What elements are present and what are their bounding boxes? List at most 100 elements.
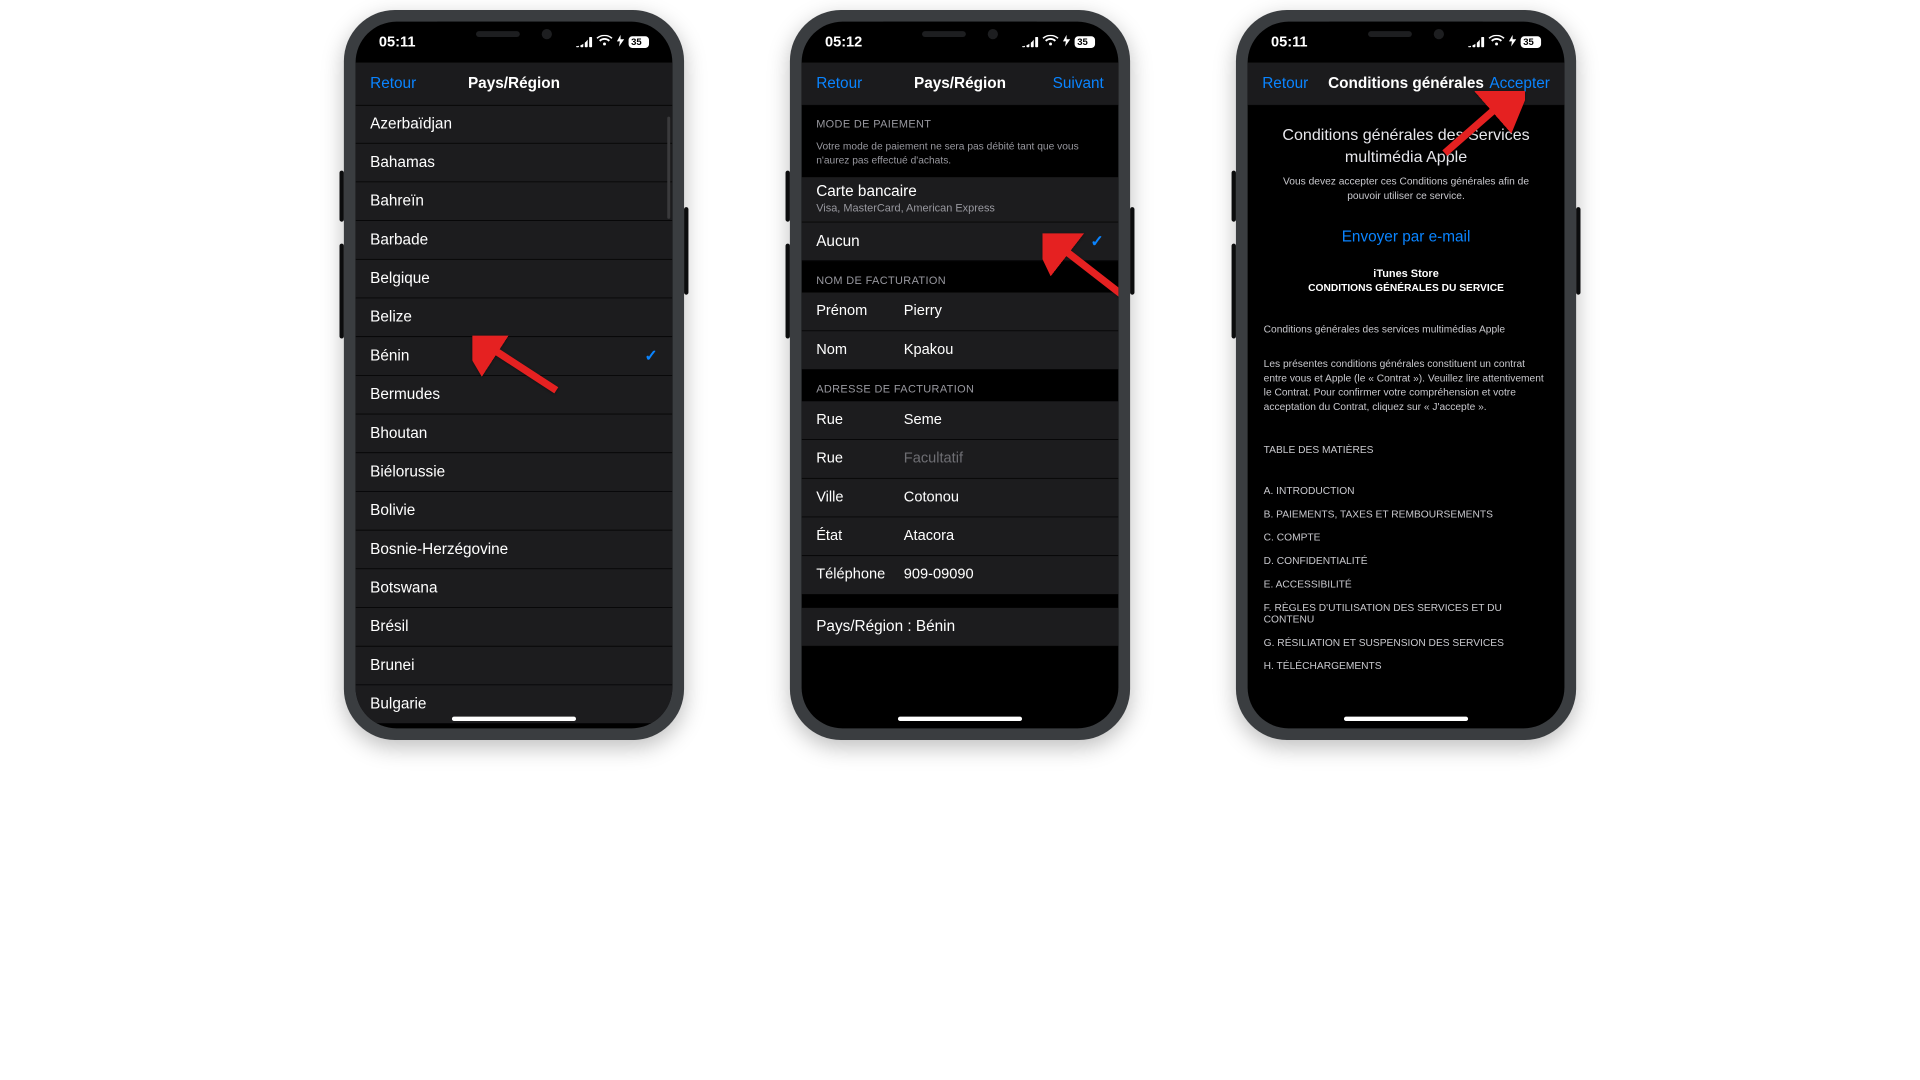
- payment-none-label: Aucun: [816, 232, 859, 250]
- notch: [883, 22, 1036, 47]
- status-time: 05:11: [379, 34, 416, 51]
- country-row[interactable]: Brésil: [356, 608, 673, 647]
- country-name: Brunei: [370, 657, 414, 675]
- state-label: État: [816, 528, 904, 545]
- country-row[interactable]: Belize: [356, 298, 673, 337]
- country-name: Bahamas: [370, 154, 435, 172]
- toc-item: G. RÉSILIATION ET SUSPENSION DES SERVICE…: [1264, 636, 1549, 648]
- toc-heading: TABLE DES MATIÈRES: [1264, 443, 1549, 455]
- country-name: Belgique: [370, 270, 430, 288]
- country-name: Bosnie-Herzégovine: [370, 541, 508, 559]
- scrollbar[interactable]: [667, 117, 670, 219]
- city-value: Cotonou: [904, 489, 1104, 506]
- phone-2: 05:12 35 Retour Pays/Région Suivant MODE…: [790, 10, 1130, 740]
- payment-option-card[interactable]: Carte bancaire Visa, MasterCard, America…: [802, 177, 1119, 222]
- charging-icon: [617, 34, 624, 51]
- country-row[interactable]: Bahreïn: [356, 182, 673, 221]
- country-row[interactable]: Bolivie: [356, 492, 673, 531]
- back-button[interactable]: Retour: [1262, 63, 1308, 105]
- home-indicator[interactable]: [1344, 717, 1468, 721]
- phone-3: 05:11 35 Retour Conditions générales Acc…: [1236, 10, 1576, 740]
- payment-option-none[interactable]: Aucun ✓: [802, 222, 1119, 261]
- send-email-link[interactable]: Envoyer par e-mail: [1264, 228, 1549, 246]
- country-row[interactable]: Botswana: [356, 569, 673, 608]
- country-region-row[interactable]: Pays/Région : Bénin: [802, 608, 1119, 647]
- toc-list: A. INTRODUCTION B. PAIEMENTS, TAXES ET RE…: [1264, 484, 1549, 671]
- toc-item: F. RÈGLES D'UTILISATION DES SERVICES ET …: [1264, 601, 1549, 624]
- checkmark-icon: ✓: [1090, 232, 1103, 251]
- country-row[interactable]: Bahamas: [356, 144, 673, 183]
- charging-icon: [1063, 34, 1070, 51]
- home-indicator[interactable]: [898, 717, 1022, 721]
- doc-paragraph-1: Conditions générales des services multim…: [1264, 322, 1549, 336]
- country-name: Barbade: [370, 231, 428, 249]
- doc-heading-2: CONDITIONS GÉNÉRALES DU SERVICE: [1264, 281, 1549, 293]
- page-title: Pays/Région: [914, 75, 1006, 93]
- country-region-value: Pays/Région : Bénin: [816, 618, 955, 636]
- country-name: Bénin: [370, 347, 409, 365]
- country-row[interactable]: Bosnie-Herzégovine: [356, 530, 673, 569]
- checkmark-icon: ✓: [644, 347, 657, 366]
- firstname-field[interactable]: Prénom Pierry: [802, 292, 1119, 331]
- screen-terms: 05:11 35 Retour Conditions générales Acc…: [1248, 22, 1565, 729]
- country-row[interactable]: Bhoutan: [356, 414, 673, 453]
- battery-indicator: 35: [1074, 36, 1095, 48]
- street-field[interactable]: Rue Seme: [802, 401, 1119, 440]
- section-header-payment: MODE DE PAIEMENT: [802, 105, 1119, 136]
- street2-placeholder: Facultatif: [904, 450, 1104, 467]
- toc-item: D. CONFIDENTIALITÉ: [1264, 554, 1549, 566]
- state-value: Atacora: [904, 528, 1104, 545]
- phone-label: Téléphone: [816, 566, 904, 583]
- country-row[interactable]: Biélorussie: [356, 453, 673, 492]
- doc-heading-1: iTunes Store: [1264, 267, 1549, 279]
- payment-card-detail: Visa, MasterCard, American Express: [816, 202, 995, 214]
- state-field[interactable]: État Atacora: [802, 517, 1119, 556]
- screen-payment-form: 05:12 35 Retour Pays/Région Suivant MODE…: [802, 22, 1119, 729]
- country-list[interactable]: Azerbaïdjan Bahamas Bahreïn Barbade Belgique…: [356, 105, 673, 728]
- country-row[interactable]: Barbade: [356, 221, 673, 260]
- city-field[interactable]: Ville Cotonou: [802, 479, 1119, 518]
- firstname-label: Prénom: [816, 303, 904, 320]
- notch: [437, 22, 590, 47]
- country-name: Belize: [370, 309, 412, 327]
- lastname-field[interactable]: Nom Kpakou: [802, 331, 1119, 370]
- section-note-payment: Votre mode de paiement ne sera pas débit…: [802, 136, 1119, 177]
- screen-country-list: 05:11 35 Retour Pays/Région Azerbaïdjan B…: [356, 22, 673, 729]
- status-time: 05:11: [1271, 34, 1308, 51]
- section-header-billing-address: ADRESSE DE FACTURATION: [802, 370, 1119, 401]
- firstname-value: Pierry: [904, 303, 1104, 320]
- terms-note: Vous devez accepter ces Conditions génér…: [1282, 175, 1530, 204]
- country-row[interactable]: Bermudes: [356, 376, 673, 415]
- street2-field[interactable]: Rue Facultatif: [802, 440, 1119, 479]
- accept-button[interactable]: Accepter: [1489, 63, 1549, 105]
- back-button[interactable]: Retour: [816, 63, 862, 105]
- country-name: Bulgarie: [370, 695, 426, 713]
- wifi-icon: [596, 34, 612, 51]
- back-button[interactable]: Retour: [370, 63, 416, 105]
- country-row[interactable]: Brunei: [356, 647, 673, 686]
- country-row[interactable]: Belgique: [356, 260, 673, 299]
- toc-item: B. PAIEMENTS, TAXES ET REMBOURSEMENTS: [1264, 508, 1549, 520]
- country-row[interactable]: Azerbaïdjan: [356, 105, 673, 144]
- nav-bar: Retour Pays/Région Suivant: [802, 63, 1119, 106]
- city-label: Ville: [816, 489, 904, 506]
- phone-value: 909-09090: [904, 566, 1104, 583]
- page-title: Pays/Région: [468, 75, 560, 93]
- battery-indicator: 35: [628, 36, 649, 48]
- toc-item: H. TÉLÉCHARGEMENTS: [1264, 659, 1549, 671]
- lastname-value: Kpakou: [904, 342, 1104, 359]
- wifi-icon: [1488, 34, 1504, 51]
- next-button[interactable]: Suivant: [1053, 63, 1104, 105]
- section-header-billing-name: NOM DE FACTURATION: [802, 261, 1119, 292]
- home-indicator[interactable]: [452, 717, 576, 721]
- country-row[interactable]: Bénin ✓: [356, 337, 673, 376]
- phone-field[interactable]: Téléphone 909-09090: [802, 556, 1119, 595]
- toc-item: A. INTRODUCTION: [1264, 484, 1549, 496]
- country-name: Bolivie: [370, 502, 415, 520]
- terms-content[interactable]: Conditions générales des Services multim…: [1248, 105, 1565, 728]
- payment-card-title: Carte bancaire: [816, 183, 917, 201]
- country-name: Bhoutan: [370, 425, 427, 443]
- nav-bar: Retour Pays/Région: [356, 63, 673, 106]
- lastname-label: Nom: [816, 342, 904, 359]
- country-name: Biélorussie: [370, 463, 445, 481]
